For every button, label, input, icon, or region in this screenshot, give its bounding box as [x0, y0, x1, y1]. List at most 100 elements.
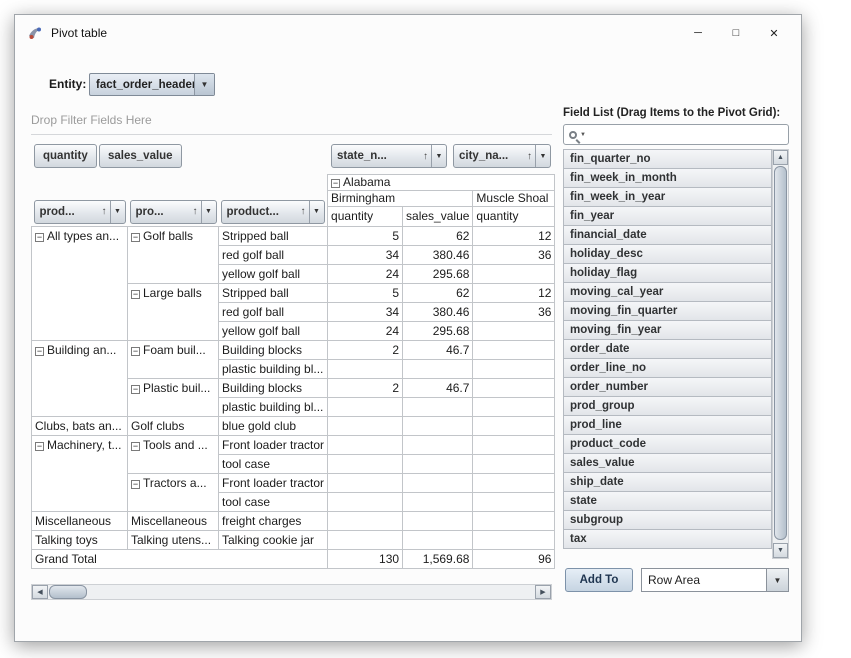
value-cell[interactable]: [473, 360, 555, 379]
value-cell[interactable]: 62: [403, 284, 473, 303]
field-list-item[interactable]: moving_cal_year: [563, 282, 772, 302]
row-header-cell[interactable]: −Foam buil...: [128, 341, 219, 379]
measure-header[interactable]: quantity: [473, 207, 555, 227]
row-header-cell[interactable]: Talking toys: [32, 531, 128, 550]
city-header[interactable]: Muscle Shoal: [473, 191, 555, 207]
field-list-item[interactable]: tax: [563, 529, 772, 549]
value-cell[interactable]: [328, 455, 403, 474]
value-cell[interactable]: [403, 455, 473, 474]
value-cell[interactable]: 36: [473, 246, 555, 265]
product-cell[interactable]: plastic building bl...: [219, 360, 328, 379]
field-list-item[interactable]: fin_quarter_no: [563, 149, 772, 169]
row-header-cell[interactable]: −Plastic buil...: [128, 379, 219, 417]
collapse-icon[interactable]: −: [331, 179, 340, 188]
measure-header[interactable]: quantity: [328, 207, 403, 227]
chevron-down-icon[interactable]: ▼: [580, 132, 586, 138]
field-search-input[interactable]: [590, 128, 783, 142]
chevron-down-icon[interactable]: ▼: [110, 201, 125, 223]
add-to-button[interactable]: Add To: [565, 568, 633, 592]
collapse-icon[interactable]: −: [131, 480, 140, 489]
field-list-item[interactable]: subgroup: [563, 510, 772, 530]
value-cell[interactable]: 12: [473, 227, 555, 246]
row-field-product[interactable]: product... ↑ ▼: [221, 200, 325, 224]
value-cell[interactable]: [328, 436, 403, 455]
value-cell[interactable]: [403, 398, 473, 417]
value-cell[interactable]: 34: [328, 303, 403, 322]
value-cell[interactable]: [328, 512, 403, 531]
value-cell[interactable]: 24: [328, 322, 403, 341]
value-cell[interactable]: [403, 531, 473, 550]
collapse-icon[interactable]: −: [131, 385, 140, 394]
chevron-down-icon[interactable]: ▼: [194, 74, 214, 95]
row-header-cell[interactable]: −All types an...: [32, 227, 128, 341]
value-cell[interactable]: 46.7: [403, 341, 473, 360]
collapse-icon[interactable]: −: [35, 442, 44, 451]
value-cell[interactable]: [473, 417, 555, 436]
value-cell[interactable]: [473, 436, 555, 455]
value-cell[interactable]: 36: [473, 303, 555, 322]
product-cell[interactable]: red golf ball: [219, 246, 328, 265]
scroll-right-icon[interactable]: ▶: [535, 585, 551, 599]
value-cell[interactable]: 1,569.68: [403, 550, 473, 569]
field-list-item[interactable]: moving_fin_year: [563, 320, 772, 340]
value-cell[interactable]: 96: [473, 550, 555, 569]
value-cell[interactable]: [403, 360, 473, 379]
row-header-cell[interactable]: −Golf balls: [128, 227, 219, 284]
row-header-cell[interactable]: −Tractors a...: [128, 474, 219, 512]
collapse-icon[interactable]: −: [131, 347, 140, 356]
value-cell[interactable]: [403, 417, 473, 436]
value-cell[interactable]: 130: [328, 550, 403, 569]
scroll-up-icon[interactable]: ▲: [773, 150, 788, 165]
data-field-sales-value[interactable]: sales_value: [99, 144, 182, 168]
row-header-cell[interactable]: Talking utens...: [128, 531, 219, 550]
scroll-down-icon[interactable]: ▼: [773, 543, 788, 558]
field-list-item[interactable]: fin_week_in_year: [563, 187, 772, 207]
product-cell[interactable]: Front loader tractor: [219, 436, 328, 455]
product-cell[interactable]: Stripped ball: [219, 284, 328, 303]
city-header[interactable]: Birmingham: [328, 191, 473, 207]
value-cell[interactable]: [403, 436, 473, 455]
row-header-cell[interactable]: Golf clubs: [128, 417, 219, 436]
value-cell[interactable]: 2: [328, 379, 403, 398]
value-cell[interactable]: 24: [328, 265, 403, 284]
value-cell[interactable]: [473, 512, 555, 531]
value-cell[interactable]: 5: [328, 284, 403, 303]
product-cell[interactable]: yellow golf ball: [219, 322, 328, 341]
row-header-cell[interactable]: −Machinery, t...: [32, 436, 128, 512]
row-header-cell[interactable]: Miscellaneous: [128, 512, 219, 531]
row-header-cell[interactable]: −Tools and ...: [128, 436, 219, 474]
value-cell[interactable]: [328, 493, 403, 512]
column-field-city[interactable]: city_na... ↑ ▼: [453, 144, 551, 168]
value-cell[interactable]: 5: [328, 227, 403, 246]
field-list-item[interactable]: order_date: [563, 339, 772, 359]
value-cell[interactable]: [403, 474, 473, 493]
field-search-box[interactable]: ▼: [563, 124, 789, 145]
chevron-down-icon[interactable]: ▼: [201, 201, 216, 223]
product-cell[interactable]: red golf ball: [219, 303, 328, 322]
product-cell[interactable]: tool case: [219, 493, 328, 512]
field-list-item[interactable]: sales_value: [563, 453, 772, 473]
field-list-item[interactable]: moving_fin_quarter: [563, 301, 772, 321]
field-list-item[interactable]: order_line_no: [563, 358, 772, 378]
value-cell[interactable]: [473, 322, 555, 341]
value-cell[interactable]: [473, 379, 555, 398]
value-cell[interactable]: 46.7: [403, 379, 473, 398]
field-list-item[interactable]: order_number: [563, 377, 772, 397]
row-field-prod-group[interactable]: prod... ↑ ▼: [34, 200, 126, 224]
value-cell[interactable]: [328, 417, 403, 436]
field-list-item[interactable]: fin_week_in_month: [563, 168, 772, 188]
value-cell[interactable]: [473, 265, 555, 284]
horizontal-scrollbar[interactable]: ◀ ▶: [31, 584, 552, 600]
value-cell[interactable]: [473, 493, 555, 512]
value-cell[interactable]: 2: [328, 341, 403, 360]
product-cell[interactable]: Stripped ball: [219, 227, 328, 246]
row-header-cell[interactable]: Miscellaneous: [32, 512, 128, 531]
field-list-item[interactable]: fin_year: [563, 206, 772, 226]
value-cell[interactable]: [473, 398, 555, 417]
collapse-icon[interactable]: −: [131, 442, 140, 451]
product-cell[interactable]: Building blocks: [219, 379, 328, 398]
product-cell[interactable]: tool case: [219, 455, 328, 474]
field-list-item[interactable]: financial_date: [563, 225, 772, 245]
area-select[interactable]: Row Area ▼: [641, 568, 789, 592]
collapse-icon[interactable]: −: [35, 233, 44, 242]
